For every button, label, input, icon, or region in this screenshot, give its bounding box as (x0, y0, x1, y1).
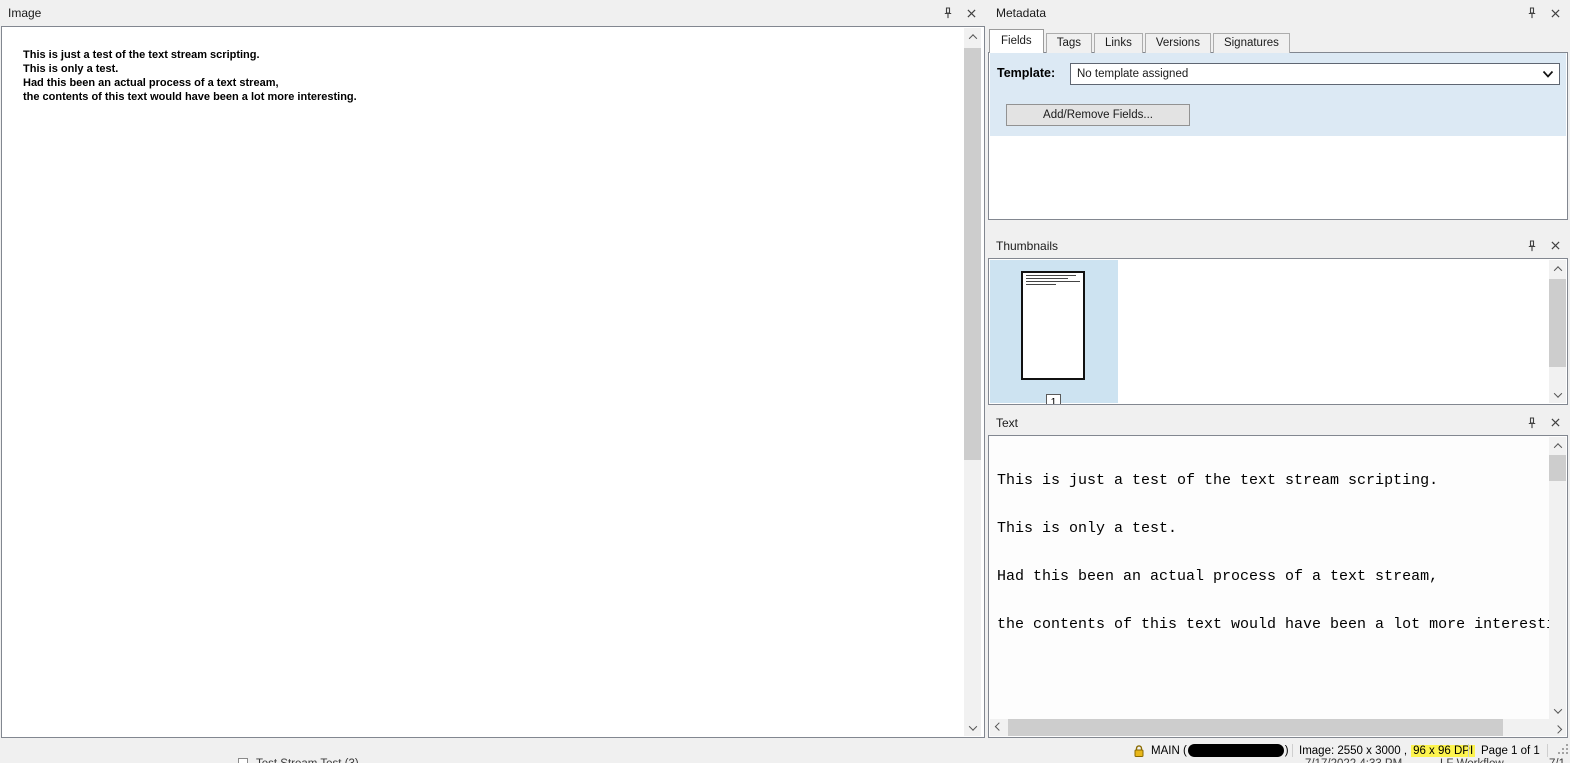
entry-name: Test Stream Test (3) (256, 758, 359, 763)
image-panel: Image This is just a test of the text st… (0, 0, 986, 740)
scroll-up-icon[interactable] (1549, 437, 1566, 454)
page-thumbnail[interactable] (1021, 271, 1085, 380)
tab-fields[interactable]: Fields (989, 29, 1044, 53)
resize-grip[interactable] (1556, 742, 1569, 758)
metadata-tabstrip: Fields Tags Links Versions Signatures (989, 29, 1292, 53)
template-label: Template: (997, 66, 1056, 80)
document-page-text: This is just a test of the text stream s… (23, 48, 357, 104)
add-remove-fields-label: Add/Remove Fields... (1043, 109, 1153, 121)
text-scrollbar-thumb[interactable] (1549, 455, 1566, 481)
tab-versions[interactable]: Versions (1144, 33, 1211, 53)
redacted-server-name (1187, 744, 1284, 757)
thumbnails-panel-titlebar: Thumbnails (988, 233, 1570, 258)
scroll-up-icon[interactable] (1549, 260, 1566, 277)
chevron-down-icon (1542, 70, 1554, 82)
scroll-down-icon[interactable] (1549, 386, 1566, 403)
app-window: { "image_panel": { "title": "Image", "do… (0, 0, 1570, 763)
metadata-fields-pane: Template: No template assigned Add/Remov… (988, 52, 1568, 220)
close-icon[interactable] (1548, 416, 1562, 430)
template-select[interactable]: No template assigned (1070, 63, 1560, 85)
close-icon[interactable] (1548, 6, 1562, 20)
thumbnails-pane: 1 (988, 258, 1568, 405)
ocr-line: the contents of this text would have bee… (997, 616, 1550, 633)
thumbnail-item-selected[interactable]: 1 (990, 260, 1118, 404)
thumbnails-scrollbar-thumb[interactable] (1549, 279, 1566, 367)
background-window-row: Test Stream Test (3) 7/17/2022 4:33 PM L… (0, 757, 1570, 763)
text-panel-titlebar: Text (988, 410, 1570, 435)
status-separator (1292, 744, 1293, 757)
scroll-right-icon[interactable] (1549, 719, 1566, 736)
ocr-text-area[interactable]: This is just a test of the text stream s… (990, 437, 1550, 719)
tab-signatures[interactable]: Signatures (1212, 33, 1290, 53)
image-viewer[interactable]: This is just a test of the text stream s… (1, 26, 985, 738)
image-dimensions: Image: 2550 x 3000 , (1299, 744, 1408, 757)
image-vertical-scrollbar[interactable] (964, 28, 981, 736)
tab-tags[interactable]: Tags (1045, 33, 1092, 53)
server-label: MAIN ( (1151, 744, 1187, 757)
tab-links[interactable]: Links (1093, 33, 1143, 53)
thumbnails-panel: Thumbnails 1 (988, 233, 1570, 405)
dpi-highlighted: 96 x 96 DPI (1411, 744, 1476, 757)
entry-workflow: LF Workflow (1440, 758, 1504, 763)
scroll-down-icon[interactable] (964, 719, 981, 736)
text-hscrollbar-thumb[interactable] (1008, 719, 1503, 736)
text-horizontal-scrollbar[interactable] (990, 719, 1566, 736)
text-panel-title: Text (996, 415, 1019, 430)
document-icon (238, 758, 248, 763)
ocr-line: Had this been an actual process of a tex… (997, 568, 1439, 585)
metadata-template-section: Template: No template assigned Add/Remov… (990, 53, 1566, 136)
lock-icon (1133, 743, 1145, 758)
entry-modified-date: 7/17/2022 4:33 PM (1305, 758, 1402, 763)
thumb-textline (1026, 284, 1056, 285)
server-name: MAIN ( ) (1151, 743, 1289, 758)
scroll-left-icon[interactable] (990, 719, 1007, 736)
thumbnails-vertical-scrollbar[interactable] (1549, 260, 1566, 403)
thumbnails-panel-title: Thumbnails (996, 238, 1059, 253)
close-icon[interactable] (1548, 239, 1562, 253)
metadata-panel: Metadata Fields Tags Links Versions Sign… (988, 0, 1570, 222)
scroll-up-icon[interactable] (964, 28, 981, 45)
pin-icon[interactable] (1525, 239, 1539, 253)
server-suffix: ) (1284, 744, 1289, 757)
metadata-panel-title: Metadata (996, 6, 1047, 20)
doc-line: the contents of this text would have bee… (23, 91, 357, 103)
metadata-panel-titlebar: Metadata (988, 0, 1570, 26)
ocr-line: This is just a test of the text stream s… (997, 472, 1439, 489)
template-select-value: No template assigned (1077, 68, 1189, 80)
status-separator (1547, 744, 1548, 757)
doc-line: This is only a test. (23, 63, 119, 75)
image-panel-title: Image (8, 6, 42, 20)
ocr-line: This is only a test. (997, 520, 1178, 537)
image-info: Image: 2550 x 3000 , 96 x 96 DPI (1299, 743, 1476, 758)
image-scrollbar-thumb[interactable] (964, 48, 981, 460)
text-panel: Text This is just a test of the text str… (988, 410, 1570, 740)
pin-icon[interactable] (941, 6, 955, 20)
status-separator (1468, 744, 1469, 757)
add-remove-fields-button[interactable]: Add/Remove Fields... (1006, 104, 1190, 126)
scroll-down-icon[interactable] (1549, 702, 1566, 719)
page-number-badge: 1 (1046, 394, 1061, 404)
pin-icon[interactable] (1525, 6, 1539, 20)
page-info: Page 1 of 1 (1481, 744, 1540, 757)
entry-partial: 7/1 (1549, 758, 1565, 763)
close-icon[interactable] (964, 6, 978, 20)
image-panel-titlebar: Image (0, 0, 986, 26)
thumb-textline (1026, 275, 1076, 276)
text-pane: This is just a test of the text stream s… (988, 435, 1568, 738)
doc-line: This is just a test of the text stream s… (23, 49, 260, 61)
doc-line: Had this been an actual process of a tex… (23, 77, 279, 89)
status-bar: MAIN ( ) Image: 2550 x 3000 , 96 x 96 DP… (0, 743, 1570, 758)
text-vertical-scrollbar[interactable] (1549, 437, 1566, 719)
thumb-textline (1026, 281, 1080, 282)
pin-icon[interactable] (1525, 416, 1539, 430)
thumb-textline (1026, 278, 1068, 279)
